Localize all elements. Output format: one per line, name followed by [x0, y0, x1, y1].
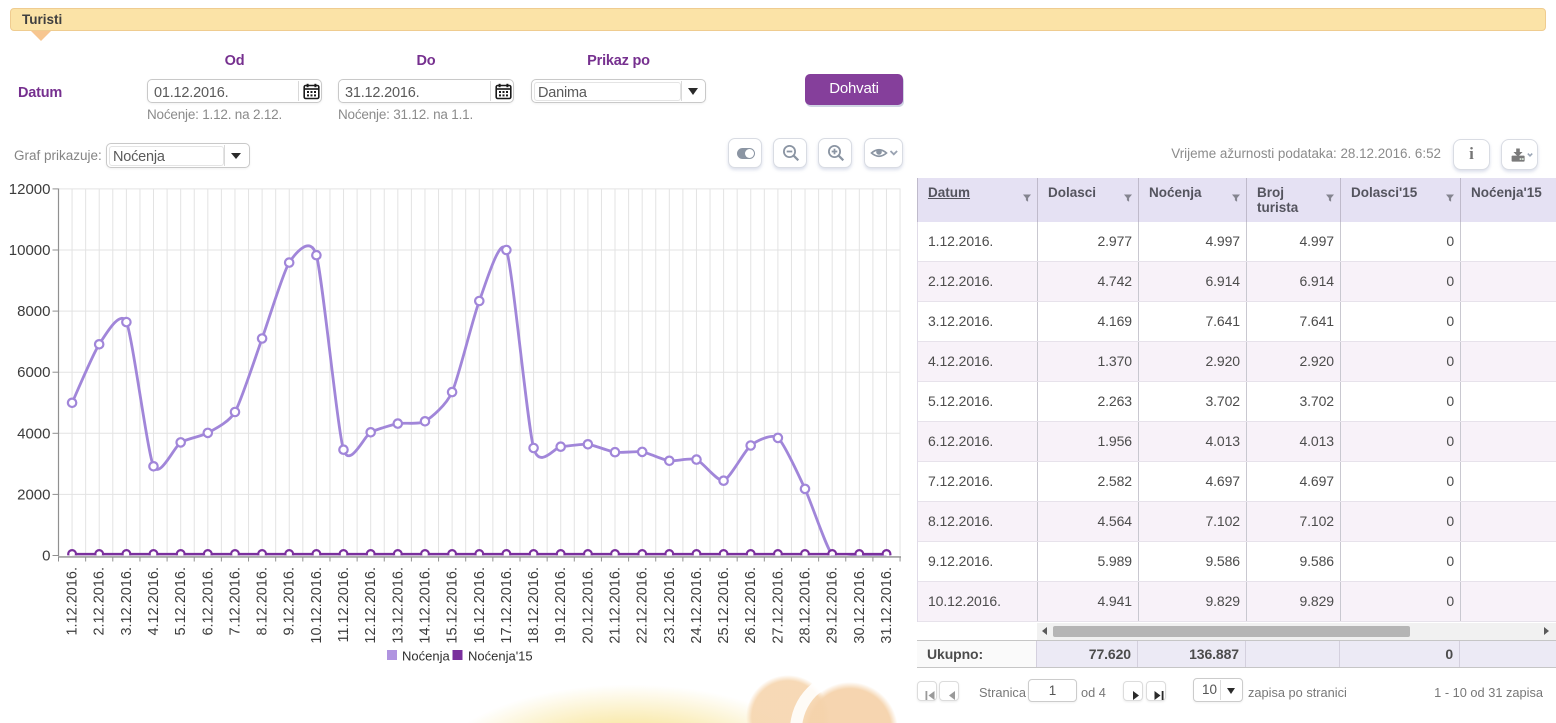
- svg-text:17.12.2016.: 17.12.2016.: [499, 567, 515, 644]
- svg-text:10000: 10000: [9, 242, 51, 259]
- svg-text:21.12.2016.: 21.12.2016.: [608, 567, 624, 644]
- svg-text:Noćenja'15: Noćenja'15: [468, 649, 533, 664]
- svg-text:3.12.2016.: 3.12.2016.: [119, 567, 135, 636]
- svg-text:18.12.2016.: 18.12.2016.: [526, 567, 542, 644]
- svg-text:0: 0: [42, 548, 50, 565]
- svg-text:2000: 2000: [17, 486, 50, 503]
- svg-text:7.12.2016.: 7.12.2016.: [228, 567, 244, 636]
- svg-text:2.12.2016.: 2.12.2016.: [92, 567, 108, 636]
- svg-text:23.12.2016.: 23.12.2016.: [662, 567, 678, 644]
- svg-text:6.12.2016.: 6.12.2016.: [200, 567, 216, 636]
- svg-text:24.12.2016.: 24.12.2016.: [689, 567, 705, 644]
- svg-text:6000: 6000: [17, 364, 50, 381]
- svg-text:13.12.2016.: 13.12.2016.: [390, 567, 406, 644]
- svg-text:30.12.2016.: 30.12.2016.: [852, 567, 868, 644]
- svg-text:19.12.2016.: 19.12.2016.: [553, 567, 569, 644]
- svg-text:12000: 12000: [9, 181, 51, 198]
- svg-text:11.12.2016.: 11.12.2016.: [336, 567, 352, 643]
- svg-text:10.12.2016.: 10.12.2016.: [309, 567, 325, 644]
- svg-text:31.12.2016.: 31.12.2016.: [879, 567, 895, 644]
- svg-text:9.12.2016.: 9.12.2016.: [282, 567, 298, 636]
- svg-text:4000: 4000: [17, 425, 50, 442]
- svg-text:12.12.2016.: 12.12.2016.: [363, 567, 379, 644]
- svg-text:Noćenja: Noćenja: [402, 649, 450, 664]
- svg-text:8000: 8000: [17, 303, 50, 320]
- svg-text:16.12.2016.: 16.12.2016.: [472, 567, 488, 644]
- svg-text:27.12.2016.: 27.12.2016.: [770, 567, 786, 644]
- svg-text:20.12.2016.: 20.12.2016.: [580, 567, 596, 644]
- svg-text:8.12.2016.: 8.12.2016.: [255, 567, 271, 636]
- svg-text:29.12.2016.: 29.12.2016.: [825, 567, 841, 644]
- svg-text:22.12.2016.: 22.12.2016.: [635, 567, 651, 644]
- svg-text:4.12.2016.: 4.12.2016.: [146, 567, 162, 636]
- svg-text:14.12.2016.: 14.12.2016.: [418, 567, 434, 644]
- svg-text:25.12.2016.: 25.12.2016.: [716, 567, 732, 644]
- svg-text:26.12.2016.: 26.12.2016.: [743, 567, 759, 644]
- svg-text:15.12.2016.: 15.12.2016.: [445, 567, 461, 644]
- svg-text:1.12.2016.: 1.12.2016.: [65, 567, 81, 636]
- svg-text:5.12.2016.: 5.12.2016.: [173, 567, 189, 636]
- svg-text:28.12.2016.: 28.12.2016.: [798, 567, 814, 644]
